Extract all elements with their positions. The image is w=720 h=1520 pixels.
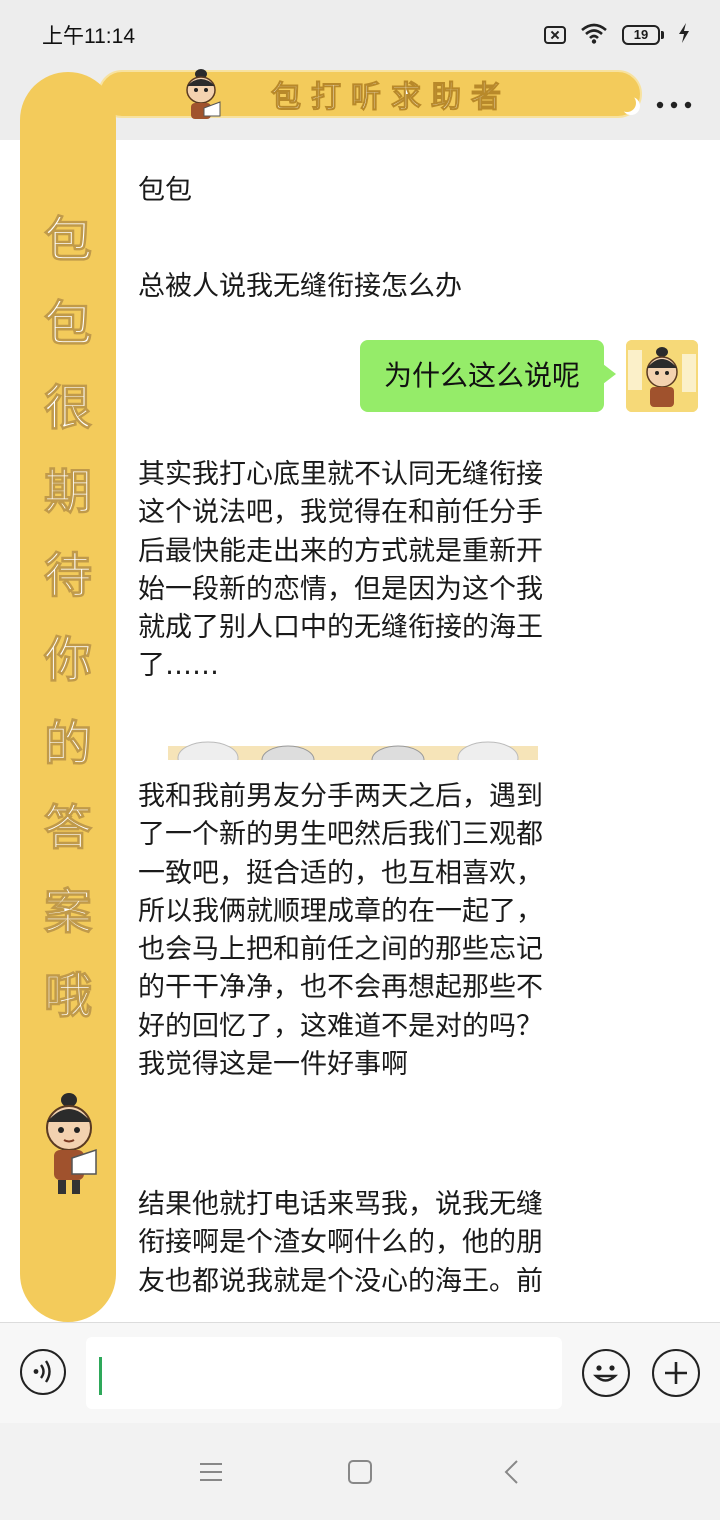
- text-line: 结果他就打电话来骂我，说我无缝: [138, 1189, 543, 1220]
- home-button[interactable]: [343, 1457, 377, 1487]
- message-text: 其实我打心底里就不认同无缝衔接 这个说法吧，我觉得在和前任分手 后最快能走出来的…: [138, 456, 598, 686]
- input-bar: [0, 1322, 720, 1423]
- sim-blocked-icon: [544, 26, 566, 44]
- system-back-button[interactable]: [494, 1457, 528, 1487]
- avatar[interactable]: [626, 340, 698, 412]
- outgoing-message: 为什么这么说呢: [359, 340, 698, 412]
- text-line: 其实我打心底里就不认同无缝衔接: [138, 459, 543, 490]
- text-line: 友也都说我就是个没心的海王。前: [138, 1265, 543, 1297]
- side-banner-text: 包 包 很 期 待 你 的 答 案 哦: [20, 198, 116, 1038]
- battery-icon: 19: [622, 25, 664, 45]
- home-icon: [348, 1460, 372, 1484]
- emoji-button[interactable]: [582, 1349, 630, 1397]
- text-line: 后最快能走出来的方式就是重新开: [138, 535, 543, 567]
- banner-char: 很: [43, 380, 92, 437]
- status-bar: 上午11:14 19: [0, 0, 720, 70]
- banner-char: 包: [43, 212, 92, 269]
- text-line: 就成了别人口中的无缝衔接的海王: [138, 612, 543, 644]
- banner-char: 待: [43, 548, 92, 605]
- back-icon: [504, 1460, 518, 1484]
- emoji-icon: [592, 1365, 619, 1382]
- charging-icon: [678, 23, 690, 47]
- banner-char: 期: [43, 464, 92, 521]
- cartoon-avatar-icon: [38, 1090, 100, 1202]
- banner-char: 答: [43, 800, 92, 857]
- side-banner: 包 包 很 期 待 你 的 答 案 哦: [20, 72, 116, 1322]
- wifi-icon: [580, 22, 608, 48]
- message-bubble[interactable]: 为什么这么说呢: [359, 340, 617, 412]
- banner-char: 包: [43, 296, 92, 353]
- banner-char: 案: [43, 884, 92, 941]
- text-cursor: [99, 1357, 102, 1395]
- text-line: 始一段新的恋情，但是因为这个我: [138, 573, 543, 605]
- text-line: 了一个新的男生吧然后我们三观都: [138, 819, 543, 851]
- message-text: 结果他就打电话来骂我，说我无缝 衔接啊是个渣女啊什么的，他的朋 友也都说我就是个…: [138, 1186, 598, 1301]
- text-line: 衔接啊是个渣女啊什么的，他的朋: [138, 1227, 543, 1259]
- status-icons: 19: [544, 22, 690, 48]
- system-nav-bar: [0, 1423, 720, 1520]
- chat-title: 包打听求助者: [271, 80, 511, 116]
- banner-char: 的: [43, 716, 92, 773]
- voice-button[interactable]: [20, 1349, 66, 1395]
- text-line: 我和我前男友分手两天之后，遇到: [138, 781, 543, 812]
- menu-icon: [200, 1463, 222, 1481]
- plus-button[interactable]: [652, 1349, 700, 1397]
- banner-char: 你: [43, 632, 92, 689]
- chat-title-banner: 包打听求助者: [98, 69, 642, 119]
- text-line: 好的回忆了，这难道不是对的吗？: [138, 1010, 543, 1042]
- voice-icon: [33, 1360, 51, 1383]
- more-button[interactable]: [654, 90, 694, 120]
- cartoon-peek-image: [168, 738, 538, 760]
- text-line: 这个说法吧，我觉得在和前任分手: [138, 497, 543, 529]
- moon-icon: [618, 94, 636, 112]
- message-text: 总被人说我无缝衔接怎么办: [138, 271, 462, 302]
- text-line: 我觉得这是一件好事啊: [138, 1049, 408, 1081]
- status-time: 上午11:14: [42, 25, 135, 48]
- message-text: 包包: [138, 175, 192, 206]
- text-line: 也会马上把和前任之间的那些忘记: [138, 934, 543, 966]
- plus-icon: [665, 1362, 687, 1384]
- message-text: 我和我前男友分手两天之后，遇到 了一个新的男生吧然后我们三观都 一致吧，挺合适的…: [138, 778, 598, 1084]
- banner-char: 哦: [43, 968, 92, 1025]
- menu-button[interactable]: [194, 1457, 228, 1487]
- message-input[interactable]: [86, 1337, 562, 1409]
- text-line: 的干干净净，也不会再想起那些不: [138, 972, 543, 1004]
- cartoon-avatar-icon: [176, 66, 226, 128]
- text-line: 一致吧，挺合适的，也互相喜欢，: [138, 857, 543, 889]
- more-icon: [656, 101, 692, 109]
- text-line: 所以我俩就顺理成章的在一起了，: [138, 895, 543, 927]
- text-line: 了……: [138, 650, 219, 682]
